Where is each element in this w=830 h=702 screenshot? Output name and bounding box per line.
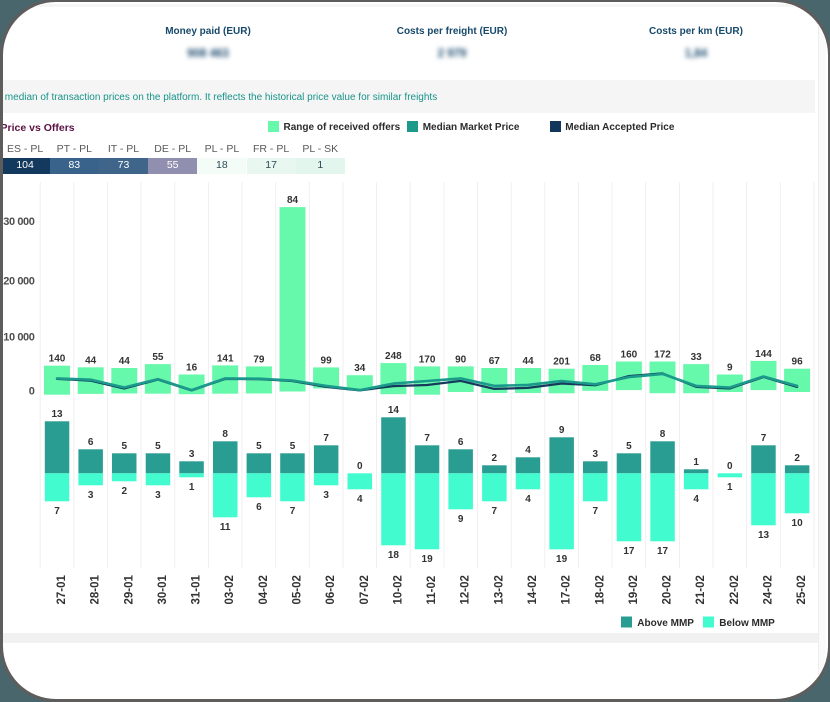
- svg-text:44: 44: [85, 355, 97, 366]
- svg-text:1: 1: [693, 457, 699, 468]
- svg-text:84: 84: [287, 195, 299, 206]
- svg-text:0: 0: [727, 461, 733, 472]
- svg-text:6: 6: [256, 502, 262, 513]
- svg-text:34: 34: [354, 363, 366, 374]
- svg-text:7: 7: [54, 506, 60, 517]
- svg-text:19: 19: [556, 554, 568, 565]
- svg-text:90: 90: [455, 354, 467, 365]
- svg-text:Below MMP: Below MMP: [719, 618, 775, 629]
- svg-text:4: 4: [357, 494, 363, 505]
- svg-text:0: 0: [29, 386, 35, 398]
- svg-text:19-02: 19-02: [628, 575, 640, 604]
- svg-text:33: 33: [691, 352, 703, 363]
- svg-text:7: 7: [424, 433, 430, 444]
- svg-text:4: 4: [693, 494, 699, 505]
- svg-text:3: 3: [155, 490, 161, 501]
- svg-text:10: 10: [792, 518, 804, 529]
- svg-text:1: 1: [727, 482, 733, 493]
- svg-text:9: 9: [559, 425, 565, 436]
- svg-text:5: 5: [290, 441, 296, 452]
- svg-text:7: 7: [492, 506, 498, 517]
- svg-text:79: 79: [253, 354, 265, 365]
- svg-text:13: 13: [51, 409, 63, 420]
- svg-text:3: 3: [323, 490, 329, 501]
- svg-text:3: 3: [189, 449, 195, 460]
- svg-text:25-02: 25-02: [796, 575, 808, 604]
- svg-text:31-01: 31-01: [191, 574, 203, 604]
- svg-text:14: 14: [388, 405, 400, 416]
- svg-text:13-02: 13-02: [493, 575, 505, 604]
- svg-text:55: 55: [152, 352, 164, 363]
- svg-text:9: 9: [727, 363, 733, 374]
- svg-text:5: 5: [155, 441, 161, 452]
- svg-text:3: 3: [88, 490, 94, 501]
- svg-text:20-02: 20-02: [662, 575, 674, 604]
- svg-text:4: 4: [525, 445, 531, 456]
- svg-text:7: 7: [323, 433, 329, 444]
- svg-text:04-02: 04-02: [258, 575, 270, 604]
- svg-text:170: 170: [419, 354, 436, 365]
- svg-text:8: 8: [222, 429, 228, 440]
- svg-text:11-02: 11-02: [426, 576, 438, 605]
- svg-text:248: 248: [385, 351, 402, 362]
- svg-text:5: 5: [256, 441, 262, 452]
- svg-text:27-01: 27-01: [56, 574, 68, 604]
- svg-text:28-01: 28-01: [90, 574, 102, 604]
- svg-text:0: 0: [357, 461, 363, 472]
- svg-text:24-02: 24-02: [763, 575, 775, 604]
- svg-text:17: 17: [657, 546, 669, 557]
- svg-text:17: 17: [623, 546, 635, 557]
- svg-text:14-02: 14-02: [527, 575, 539, 604]
- svg-text:16: 16: [186, 363, 198, 374]
- svg-text:5: 5: [626, 441, 632, 452]
- svg-text:7: 7: [593, 506, 599, 517]
- svg-text:44: 44: [522, 356, 534, 367]
- svg-text:11: 11: [220, 522, 231, 533]
- svg-text:4: 4: [525, 494, 531, 505]
- svg-text:22-02: 22-02: [729, 575, 741, 604]
- svg-text:05-02: 05-02: [292, 575, 304, 604]
- svg-text:6: 6: [88, 437, 94, 448]
- svg-text:68: 68: [590, 353, 602, 364]
- svg-text:2: 2: [122, 486, 128, 497]
- svg-text:67: 67: [489, 356, 501, 367]
- svg-text:29-01: 29-01: [123, 574, 135, 604]
- svg-text:144: 144: [755, 349, 772, 360]
- svg-text:03-02: 03-02: [224, 575, 236, 604]
- svg-text:7: 7: [761, 433, 767, 444]
- svg-text:172: 172: [654, 350, 671, 361]
- svg-text:201: 201: [553, 357, 570, 368]
- svg-text:6: 6: [458, 437, 464, 448]
- svg-text:Above MMP: Above MMP: [637, 618, 694, 629]
- svg-text:19: 19: [422, 554, 434, 565]
- svg-text:13: 13: [758, 530, 770, 541]
- svg-text:2: 2: [794, 453, 800, 464]
- svg-text:2: 2: [492, 453, 498, 464]
- svg-text:30-01: 30-01: [157, 574, 169, 604]
- svg-text:18-02: 18-02: [594, 575, 606, 604]
- svg-text:1: 1: [189, 482, 195, 493]
- svg-text:10-02: 10-02: [392, 575, 404, 604]
- svg-text:7: 7: [290, 506, 296, 517]
- svg-text:160: 160: [621, 350, 638, 361]
- svg-text:96: 96: [792, 357, 804, 368]
- svg-text:9: 9: [458, 514, 464, 525]
- svg-text:30 000: 30 000: [3, 216, 35, 228]
- svg-text:20 000: 20 000: [3, 275, 35, 287]
- svg-text:141: 141: [217, 353, 234, 364]
- svg-text:21-02: 21-02: [695, 575, 707, 604]
- svg-text:06-02: 06-02: [325, 575, 337, 604]
- svg-text:99: 99: [321, 355, 333, 366]
- svg-text:5: 5: [122, 441, 128, 452]
- svg-text:10 000: 10 000: [3, 332, 35, 344]
- svg-text:8: 8: [660, 429, 666, 440]
- svg-text:17-02: 17-02: [561, 575, 573, 604]
- svg-text:140: 140: [49, 354, 66, 365]
- svg-text:3: 3: [593, 449, 599, 460]
- svg-text:18: 18: [388, 550, 400, 561]
- svg-text:44: 44: [119, 356, 131, 367]
- svg-text:07-02: 07-02: [359, 575, 371, 604]
- svg-text:12-02: 12-02: [460, 575, 472, 604]
